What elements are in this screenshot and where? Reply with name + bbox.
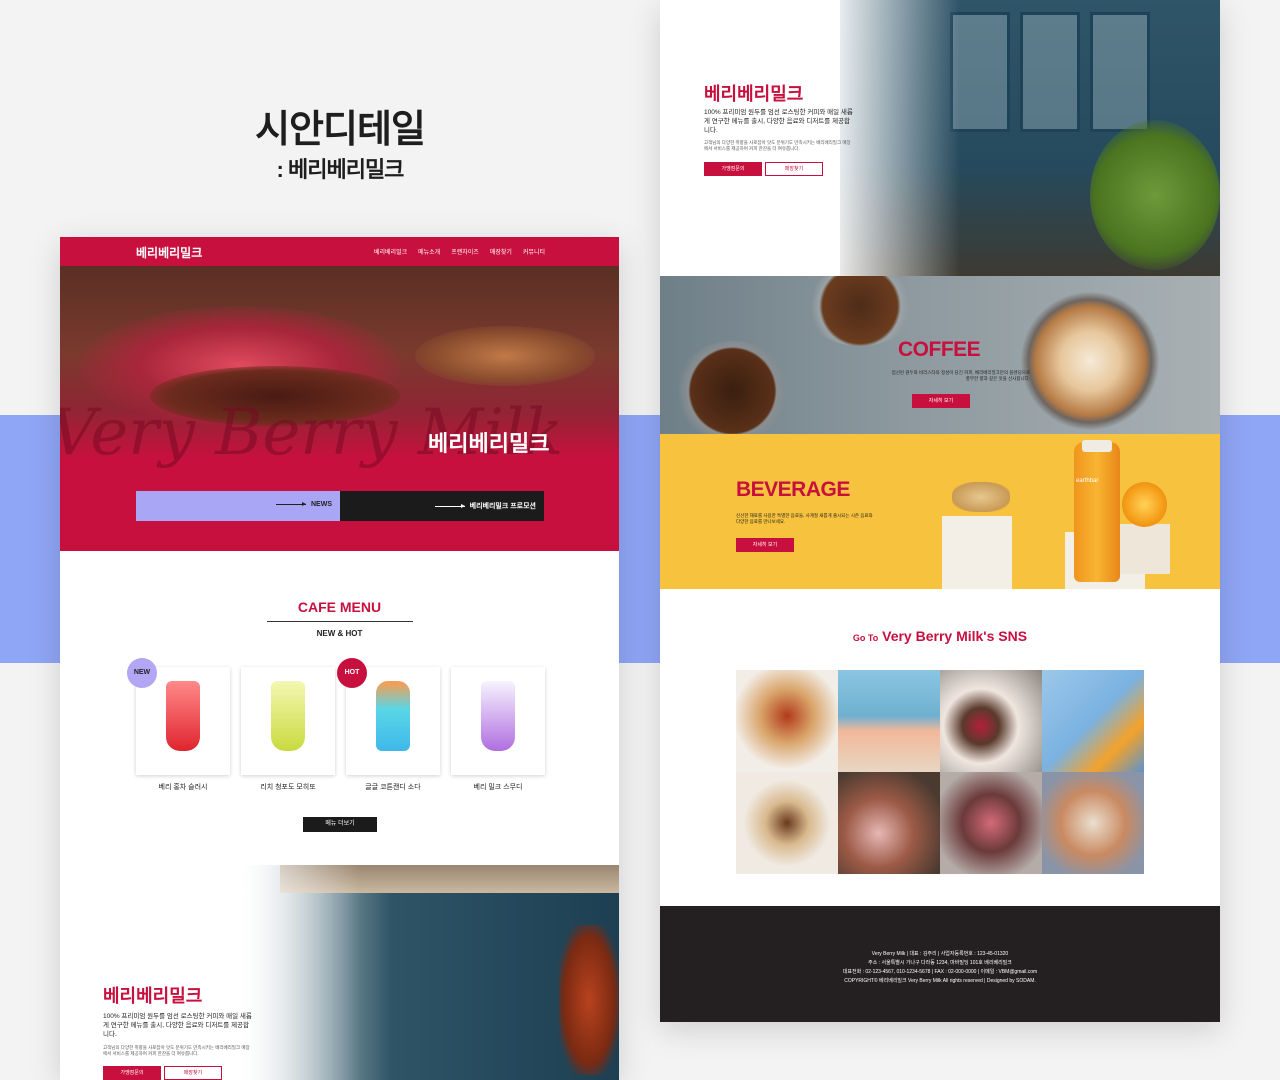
bottle-label: earthbar (1076, 478, 1099, 484)
menu-card[interactable]: 리치 청포도 모히또 (241, 667, 335, 791)
nav-menu: 베리베리밀크 메뉴소개 프랜차이즈 매장찾기 커뮤니티 (374, 247, 545, 256)
green-mojito-drink-icon (271, 681, 305, 751)
menu-card-name: 리치 청포도 모히또 (260, 784, 316, 791)
ginger-image (952, 482, 1010, 512)
presentation-title: 시안디테일 (255, 109, 426, 151)
red-slush-drink-icon (166, 681, 200, 751)
orange-slice-image (1122, 482, 1167, 527)
plant-image (1090, 120, 1220, 270)
brand-section-small-text: 고객님의 다양한 취향을 사로잡아 맛도 분위기도 만족시키는 베리베리밀크 매… (704, 140, 851, 152)
menu-card-name: 베리 밀크 스무디 (473, 784, 523, 791)
pastry-plate-photo[interactable] (1042, 772, 1144, 874)
news-button[interactable]: NEWS (136, 491, 340, 521)
brand-section-description: 100% 프리미엄 원두를 엄선 로스팅한 커피와 매일 새롭게 연구한 메뉴를… (103, 1013, 252, 1038)
arrow-right-icon (434, 503, 465, 508)
top-navigation-bar: 베리베리밀크 베리베리밀크 메뉴소개 프랜차이즈 매장찾기 커뮤니티 (60, 237, 619, 266)
coffee-beans-image (675, 341, 790, 434)
image-fade-overlay (660, 0, 960, 276)
display-block (1120, 524, 1170, 574)
more-menu-button[interactable]: 메뉴 더보기 (303, 817, 377, 832)
nav-item-brand[interactable]: 베리베리밀크 (374, 247, 407, 256)
footer-copyright-line: COPYRIGHT© 베리베리밀크 Very Berry Milk All ri… (844, 978, 1036, 984)
cafe-menu-subtitle: NEW & HOT (316, 629, 363, 638)
new-badge: NEW (127, 658, 157, 688)
latte-art-image (1020, 291, 1160, 431)
hero-title: 베리베리밀크 (428, 431, 550, 456)
menu-card-name: 글글 코튼캔디 소다 (365, 784, 421, 791)
right-page-mockup: 베리베리밀크 100% 프리미엄 원두를 엄선 로스팅한 커피와 매일 새롭게 … (660, 0, 1220, 1022)
franchise-inquiry-button[interactable]: 가맹점문의 (103, 1066, 161, 1080)
footer-contact-line: 대표전화 : 02-123-4567, 010-1234-5678 | FAX … (842, 969, 1038, 975)
left-page-mockup: 베리베리밀크 베리베리밀크 메뉴소개 프랜차이즈 매장찾기 커뮤니티 Very … (60, 237, 619, 1080)
display-block (942, 516, 1012, 589)
coffee-grounds-image (805, 276, 915, 346)
hero-banner: Very Berry Milk 베리베리밀크 NEWS 베리베리밀크 프로모션 (60, 266, 619, 551)
footer-company-line: Very Berry Milk | 대표 : 김주리 | 사업자등록번호 : 1… (871, 951, 1009, 957)
blue-soda-drink-icon (376, 681, 410, 751)
freakshake-photo[interactable] (940, 772, 1042, 874)
window-pane (1020, 12, 1080, 132)
sns-photo-grid (736, 670, 1144, 874)
bottle-cap (1082, 440, 1112, 452)
sns-title: Go To Very Berry Milk's SNS (660, 628, 1220, 644)
nav-item-franchise[interactable]: 프랜차이즈 (451, 247, 479, 256)
cafe-menu-divider (267, 621, 413, 622)
nav-item-stores[interactable]: 매장찾기 (490, 247, 512, 256)
find-store-button[interactable]: 매장찾기 (765, 162, 823, 176)
promotion-button[interactable]: 베리베리밀크 프로모션 (340, 491, 544, 521)
beverage-description: 신선한 재료를 사용한 특별한 음료들, 사계절 새롭게 출시되는 시즌 음료와… (736, 513, 873, 525)
cafe-menu-title: CAFE MENU (297, 599, 382, 615)
beverage-more-button[interactable]: 자세히 보기 (736, 538, 794, 552)
peach-drink-beach-photo[interactable] (838, 670, 940, 772)
coffee-description: 엄선된 원두와 바리스타의 정성이 담긴 커피, 베리베리밀크만의 블렌딩으로 … (891, 370, 1030, 382)
orange-cocktail-photo[interactable] (1042, 670, 1144, 772)
ice-cream-sundae-photo[interactable] (736, 670, 838, 772)
brand-section-title: 베리베리밀크 (103, 986, 203, 1006)
brand-section-description: 100% 프리미엄 원두를 엄선 로스팅한 커피와 매일 새롭게 연구한 메뉴를… (704, 109, 853, 134)
promotion-button-label: 베리베리밀크 프로모션 (469, 503, 536, 510)
menu-card[interactable]: 베리 밀크 스무디 (451, 667, 545, 791)
coffee-more-button[interactable]: 자세히 보기 (912, 394, 970, 408)
nav-logo[interactable]: 베리베리밀크 (136, 244, 202, 261)
cherry-cupcakes-photo[interactable] (940, 670, 1042, 772)
news-button-label: NEWS (311, 501, 332, 508)
beverage-title: BEVERAGE (736, 478, 850, 501)
menu-card-name: 베리 홍차 슬러시 (158, 784, 208, 791)
beverage-section: BEVERAGE 신선한 재료를 사용한 특별한 음료들, 사계절 새롭게 출시… (660, 434, 1220, 589)
macaron-dessert-photo[interactable] (838, 772, 940, 874)
footer-address-line: 주소 : 서울특별시 가나구 다라동 1234, 마바빌딩 101호 베리베리밀… (868, 960, 1012, 966)
hot-badge: HOT (337, 658, 367, 688)
brand-section-title: 베리베리밀크 (704, 84, 804, 104)
tart-image (415, 326, 595, 386)
franchise-inquiry-button[interactable]: 가맹점문의 (704, 162, 762, 176)
presentation-subtitle: : 베리베리밀크 (276, 157, 405, 182)
coffee-section: COFFEE 엄선된 원두와 바리스타의 정성이 담긴 커피, 베리베리밀크만의… (660, 276, 1220, 434)
find-store-button[interactable]: 매장찾기 (164, 1066, 222, 1080)
nav-item-menu[interactable]: 메뉴소개 (418, 247, 440, 256)
nav-item-community[interactable]: 커뮤니티 (523, 247, 545, 256)
window-pane (1090, 12, 1150, 132)
juice-bottle-image (1074, 442, 1120, 582)
brand-section-small-text: 고객님의 다양한 취향을 사로잡아 맛도 분위기도 만족시키는 베리베리밀크 매… (103, 1045, 250, 1057)
coffee-title: COFFEE (898, 338, 981, 361)
hot-chocolate-photo[interactable] (736, 772, 838, 874)
sns-title-text: Very Berry Milk's SNS (882, 628, 1028, 644)
sns-title-prefix: Go To (852, 633, 879, 643)
site-footer: Very Berry Milk | 대표 : 김주리 | 사업자등록번호 : 1… (660, 906, 1220, 1022)
purple-smoothie-drink-icon (481, 681, 515, 751)
arrow-right-icon (276, 501, 306, 506)
